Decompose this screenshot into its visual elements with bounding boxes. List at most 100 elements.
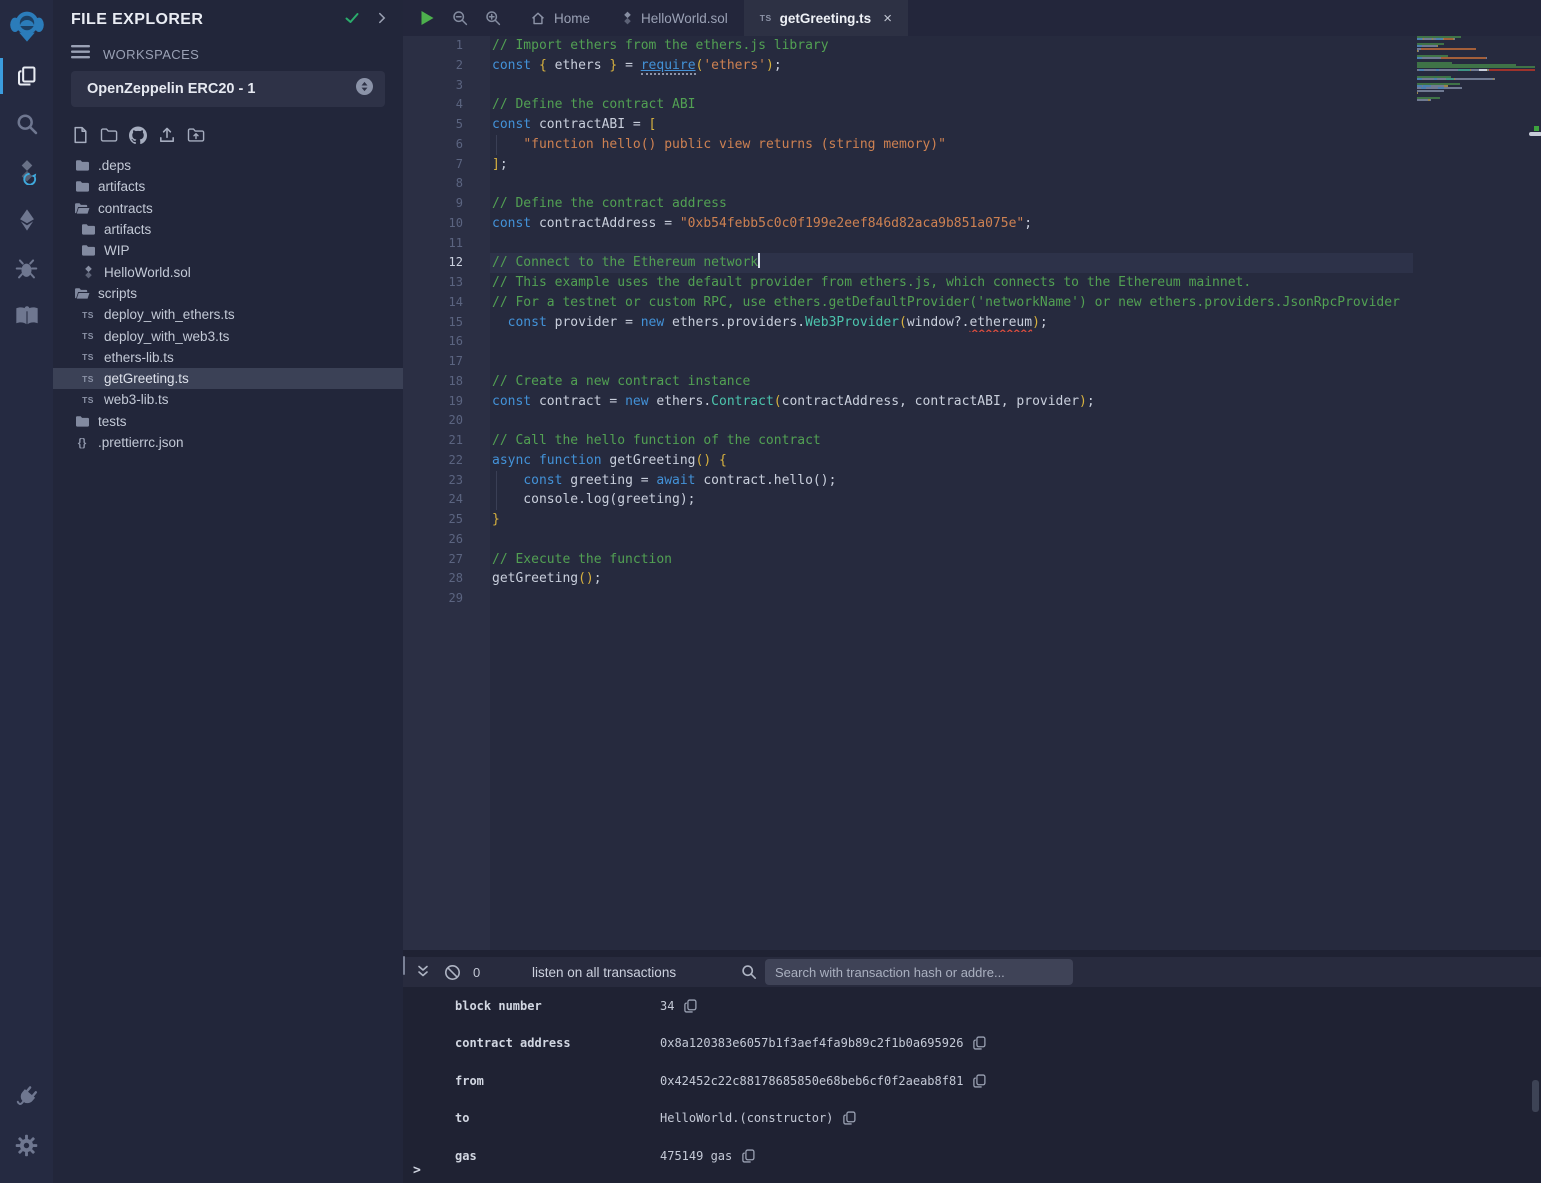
minimap-line [1417,69,1489,71]
tx-detail-row: contract address0x8a120383e6057b1f3aef4f… [403,1025,1541,1063]
new-folder-icon[interactable] [100,125,118,145]
code-line-12: 12// Connect to the Ethereum network [403,253,1413,273]
typescript-file-icon: TS [80,374,96,384]
terminal-scrollbar-thumb[interactable] [1532,1080,1539,1112]
tree-item-web3-lib-ts[interactable]: TSweb3-lib.ts [53,389,403,410]
debugger-icon[interactable] [0,244,53,292]
terminal-search-input[interactable] [765,959,1073,985]
clear-console-icon[interactable] [444,957,461,987]
tree-item-deploy-with-web3-ts[interactable]: TSdeploy_with_web3.ts [53,325,403,346]
settings-icon[interactable] [0,1121,53,1169]
tree-item-deploy-with-ethers-ts[interactable]: TSdeploy_with_ethers.ts [53,304,403,325]
tree-item-scripts[interactable]: scripts [53,283,403,304]
tab-home[interactable]: Home [514,0,606,36]
tree-item--prettierrc-json[interactable]: {}.prettierrc.json [53,432,403,453]
copy-icon[interactable] [973,1074,986,1088]
tree-item-contracts[interactable]: contracts [53,198,403,219]
solidity-compiler-icon[interactable] [0,148,53,196]
tx-detail-key: to [455,1111,660,1125]
tree-item-label: web3-lib.ts [104,392,169,407]
minimap-line [1417,38,1455,40]
line-number: 26 [403,530,490,550]
upload-file-icon[interactable] [158,125,176,145]
learneth-icon[interactable] [0,292,53,340]
code-line-6: 6 "function hello() public view returns … [403,135,1413,155]
code-line-23: 23 const greeting = await contract.hello… [403,471,1413,491]
search-icon[interactable] [0,100,53,148]
minimap-line [1417,48,1476,50]
tab-helloworld-sol[interactable]: HelloWorld.sol [606,0,744,36]
copy-icon[interactable] [742,1149,755,1163]
code-region[interactable]: 1// Import ethers from the ethers.js lib… [403,36,1541,950]
tab-getgreeting-ts[interactable]: TSgetGreeting.ts× [744,0,908,36]
tx-detail-value-text: 0x8a120383e6057b1f3aef4fa9b89c2f1b0a6959… [660,1036,963,1050]
new-file-icon[interactable] [71,125,89,145]
run-script-button[interactable] [420,10,435,26]
tree-item--deps[interactable]: .deps [53,155,403,176]
editor-scrollbar-thumb[interactable] [1529,132,1541,136]
copy-icon[interactable] [843,1111,856,1125]
line-number: 17 [403,352,490,372]
workspace-dropdown[interactable]: OpenZeppelin ERC20 - 1 [71,71,385,107]
line-number: 9 [403,194,490,214]
collapse-panel-chevron-icon[interactable] [375,11,389,30]
copy-icon[interactable] [973,1036,986,1050]
close-tab-icon[interactable]: × [883,10,892,27]
folder-icon [74,159,90,172]
line-number: 27 [403,550,490,570]
tree-item-artifacts[interactable]: artifacts [53,219,403,240]
github-icon[interactable] [129,125,147,145]
minimap[interactable] [1417,36,1538,108]
solidity-icon [622,11,633,25]
zoom-in-icon[interactable] [485,10,501,26]
code-line-5: 5const contractABI = [ [403,115,1413,135]
remix-logo-icon[interactable] [0,0,53,52]
folder-icon [74,415,90,428]
tab-label: getGreeting.ts [780,11,872,26]
tx-detail-row: toHelloWorld.(constructor) [403,1100,1541,1138]
tree-item-wip[interactable]: WIP [53,240,403,261]
code-line-24: 24 console.log(greeting); [403,490,1413,510]
minimap-line [1417,50,1419,52]
listen-transactions-checkbox[interactable] [403,956,405,975]
code-line-content [490,530,1413,550]
code-line-22: 22async function getGreeting() { [403,451,1413,471]
copy-icon[interactable] [684,999,697,1013]
upload-folder-icon[interactable] [187,125,205,145]
panel-title: FILE EXPLORER [71,11,203,29]
code-line-content: // For a testnet or custom RPC, use ethe… [490,293,1413,313]
deploy-run-icon[interactable] [0,196,53,244]
plugin-manager-icon[interactable] [0,1073,53,1121]
code-line-20: 20 [403,411,1413,431]
terminal-collapse-icon[interactable] [415,957,431,987]
folder-icon [80,223,96,236]
code-line-17: 17 [403,352,1413,372]
tree-item-helloworld-sol[interactable]: HelloWorld.sol [53,261,403,282]
tree-item-tests[interactable]: tests [53,411,403,432]
editor-toolbar [403,0,501,36]
terminal-prompt[interactable]: > [413,1163,421,1178]
code-line-content: const contract = new ethers.Contract(con… [490,392,1413,412]
tx-detail-key: from [455,1074,660,1088]
file-explorer-panel: FILE EXPLORER WORKSPACES OpenZeppelin ER… [53,0,403,1183]
file-explorer-icon[interactable] [0,52,53,100]
code-line-content: // Connect to the Ethereum network [490,253,1413,273]
tree-item-label: scripts [98,286,137,301]
code-line-11: 11 [403,234,1413,254]
tx-detail-value: 0x8a120383e6057b1f3aef4fa9b89c2f1b0a6959… [660,1036,986,1050]
tree-item-label: deploy_with_web3.ts [104,329,229,344]
tree-item-ethers-lib-ts[interactable]: TSethers-lib.ts [53,347,403,368]
code-line-content: "function hello() public view returns (s… [490,135,1413,155]
line-number: 19 [403,392,490,412]
minimap-line [1417,99,1431,101]
line-number: 2 [403,56,490,76]
tree-item-label: deploy_with_ethers.ts [104,307,235,322]
zoom-out-icon[interactable] [452,10,468,26]
tree-item-artifacts[interactable]: artifacts [53,176,403,197]
tx-detail-value-text: HelloWorld.(constructor) [660,1111,833,1125]
code-line-content: // Call the hello function of the contra… [490,431,1413,451]
minimap-line [1417,92,1418,94]
tree-item-getgreeting-ts[interactable]: TSgetGreeting.ts [53,368,403,389]
code-line-14: 14// For a testnet or custom RPC, use et… [403,293,1413,313]
hamburger-menu-icon[interactable] [71,45,90,64]
